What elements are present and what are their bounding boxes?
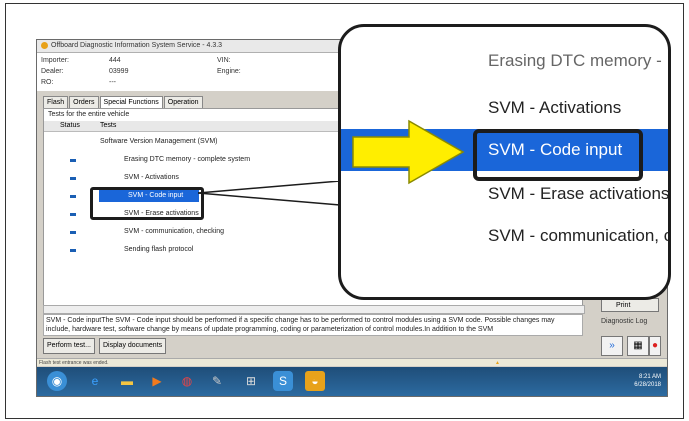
window-title: Offboard Diagnostic Information System S…	[51, 42, 223, 49]
odis-logo-icon	[41, 41, 48, 49]
folder-icon[interactable]: ▬	[117, 371, 137, 391]
odis-icon[interactable]: ◒	[305, 371, 325, 391]
tab-flash[interactable]: Flash	[43, 96, 69, 108]
status-marker-icon	[70, 159, 76, 162]
chrome-icon[interactable]: ◍	[177, 371, 197, 391]
windows-icon[interactable]: ⊞	[241, 371, 261, 391]
test-label: SVM - communication, checking	[124, 228, 224, 235]
forward-icon[interactable]: »	[601, 336, 623, 356]
ie-icon[interactable]: e	[85, 371, 105, 391]
warning-icon: ▲	[495, 360, 500, 366]
status-marker-icon	[70, 177, 76, 180]
importer-label: Importer:	[41, 57, 70, 64]
dealer-label: Dealer:	[41, 68, 64, 75]
dealer-value: 03999	[109, 68, 129, 75]
status-marker-icon	[70, 231, 76, 234]
status-column-header[interactable]: Status	[60, 122, 80, 129]
clock-date: 6/28/2018	[634, 382, 661, 388]
clock-time: 8:21 AM	[638, 374, 661, 380]
tests-column-header[interactable]: Tests	[100, 122, 116, 129]
zoom-item: SVM - communication, c	[488, 226, 671, 245]
print-button[interactable]: Print	[601, 298, 659, 312]
tab-operation[interactable]: Operation	[163, 96, 203, 108]
grid-icon[interactable]: ▦	[627, 336, 649, 356]
engine-label: Engine:	[217, 68, 241, 75]
ro-label: RO:	[41, 79, 54, 86]
perform-test-button[interactable]: Perform test...	[43, 338, 95, 354]
zoom-highlight-box	[473, 129, 643, 181]
start-orb-icon[interactable]: ◉	[47, 371, 67, 391]
selection-callout-box	[90, 187, 204, 220]
tab-special-functions[interactable]: Special Functions	[99, 96, 163, 108]
vin-label: VIN:	[217, 57, 231, 64]
callout-connector	[198, 181, 341, 206]
horizontal-scrollbar[interactable]	[43, 305, 585, 314]
close-icon[interactable]: ●	[649, 336, 661, 356]
description-box: SVM - Code inputThe SVM - Code input sho…	[43, 314, 583, 336]
zoom-item: Erasing DTC memory -	[488, 51, 662, 70]
taskbar-clock: 8:21 AM 6/28/2018	[634, 373, 661, 389]
tab-bar: Flash Orders Special Functions Operation	[43, 96, 204, 108]
diagnostic-log-label: Diagnostic Log	[601, 318, 648, 325]
zoom-callout: Erasing DTC memory - SVM - Activations S…	[338, 24, 671, 300]
arrow-icon	[352, 119, 465, 185]
test-label: SVM - Activations	[124, 174, 179, 181]
media-icon[interactable]: ▶	[147, 371, 167, 391]
taskbar: ◉ e ▬ ▶ ◍ ✎ ⊞ S ◒ 8:21 AM 6/28/2018	[37, 367, 667, 396]
status-bar: Flash test entrance was ended. ▲	[37, 358, 667, 366]
status-marker-icon	[70, 249, 76, 252]
ro-value: ---	[109, 79, 116, 86]
status-marker-icon	[70, 213, 76, 216]
tab-orders[interactable]: Orders	[69, 96, 99, 108]
test-label: Sending flash protocol	[124, 246, 194, 253]
group-label: Software Version Management (SVM)	[100, 138, 218, 145]
status-text: Flash test entrance was ended.	[39, 360, 109, 366]
display-documents-button[interactable]: Display documents	[99, 338, 167, 354]
tools-icon[interactable]: ✎	[207, 371, 227, 391]
status-marker-icon	[70, 195, 76, 198]
print-label: Print	[616, 302, 631, 309]
section-title: Tests for the entire vehicle	[48, 111, 130, 118]
s-app-icon[interactable]: S	[273, 371, 293, 391]
test-label: Erasing DTC memory - complete system	[124, 156, 251, 163]
importer-value: 444	[109, 57, 121, 64]
